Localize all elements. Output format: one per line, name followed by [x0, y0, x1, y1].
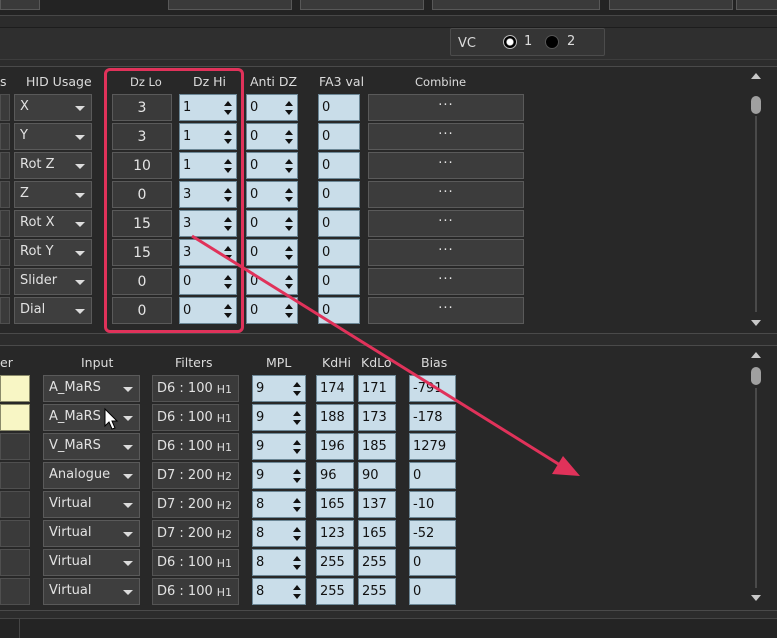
annotation-arrow-line — [191, 234, 561, 467]
mouse-cursor-icon — [104, 407, 119, 430]
annotation-arrow-head — [552, 456, 580, 476]
annotation-overlay — [104, 234, 580, 476]
